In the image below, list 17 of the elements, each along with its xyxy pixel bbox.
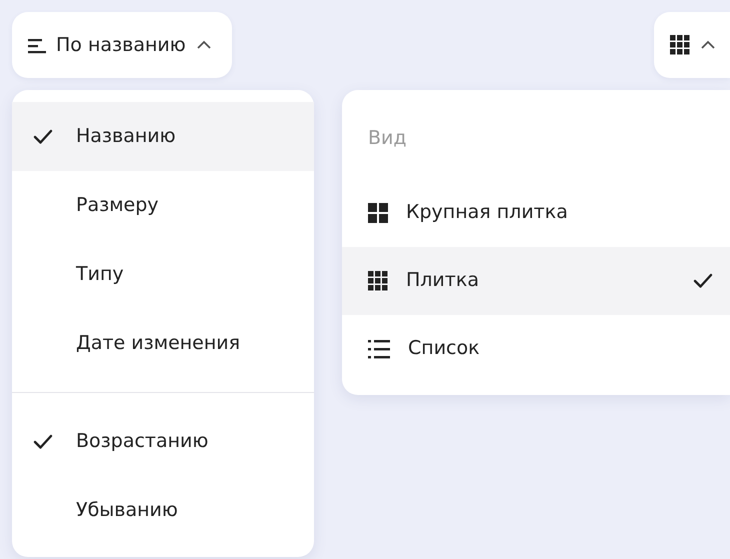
- list-icon: [368, 338, 390, 358]
- menu-header: Вид: [367, 126, 408, 151]
- sort-button[interactable]: По названию: [12, 12, 232, 78]
- view-option[interactable]: Список: [342, 314, 730, 382]
- view-option[interactable]: Плитка: [342, 246, 730, 314]
- view-button[interactable]: [654, 12, 730, 78]
- sort-option[interactable]: Размеру: [12, 171, 314, 240]
- view-option[interactable]: Крупная плитка: [342, 178, 730, 246]
- large-tiles-icon: [368, 202, 388, 222]
- sort-option[interactable]: Типу: [12, 240, 314, 309]
- sort-option[interactable]: Названию: [12, 102, 314, 171]
- tiles-icon: [670, 35, 690, 55]
- sort-option[interactable]: Возрастанию: [12, 407, 314, 476]
- tiles-icon: [368, 270, 388, 290]
- sort-icon: [28, 36, 46, 54]
- sort-option[interactable]: Дате изменения: [12, 309, 314, 378]
- sort-option[interactable]: Убыванию: [12, 476, 314, 545]
